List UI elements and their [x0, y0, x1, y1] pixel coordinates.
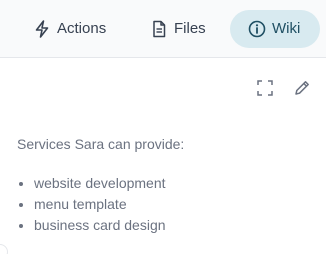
tab-files-label: Files	[174, 20, 206, 37]
wiki-panel: Actions Files Wiki Services Sara can pro…	[0, 0, 326, 254]
expand-icon	[256, 79, 274, 102]
tab-actions[interactable]: Actions	[33, 10, 106, 48]
document-icon	[150, 20, 168, 38]
list-item: menu template	[17, 194, 317, 215]
tab-files[interactable]: Files	[150, 10, 206, 48]
services-list: website development menu template busine…	[17, 173, 317, 236]
lightning-bolt-icon	[33, 20, 51, 38]
pencil-icon	[293, 79, 311, 102]
tab-wiki[interactable]: Wiki	[230, 10, 320, 48]
wiki-intro: Services Sara can provide:	[17, 136, 185, 152]
info-circle-icon	[248, 20, 266, 38]
list-item: website development	[17, 173, 317, 194]
tab-actions-label: Actions	[57, 20, 107, 37]
list-item: business card design	[17, 215, 317, 236]
collapse-handle[interactable]	[0, 244, 8, 254]
tab-bar: Actions Files Wiki	[0, 0, 326, 58]
edit-button[interactable]	[292, 80, 312, 100]
tab-wiki-label: Wiki	[272, 20, 301, 37]
expand-button[interactable]	[255, 79, 275, 102]
wiki-content: Services Sara can provide: website devel…	[17, 135, 317, 236]
